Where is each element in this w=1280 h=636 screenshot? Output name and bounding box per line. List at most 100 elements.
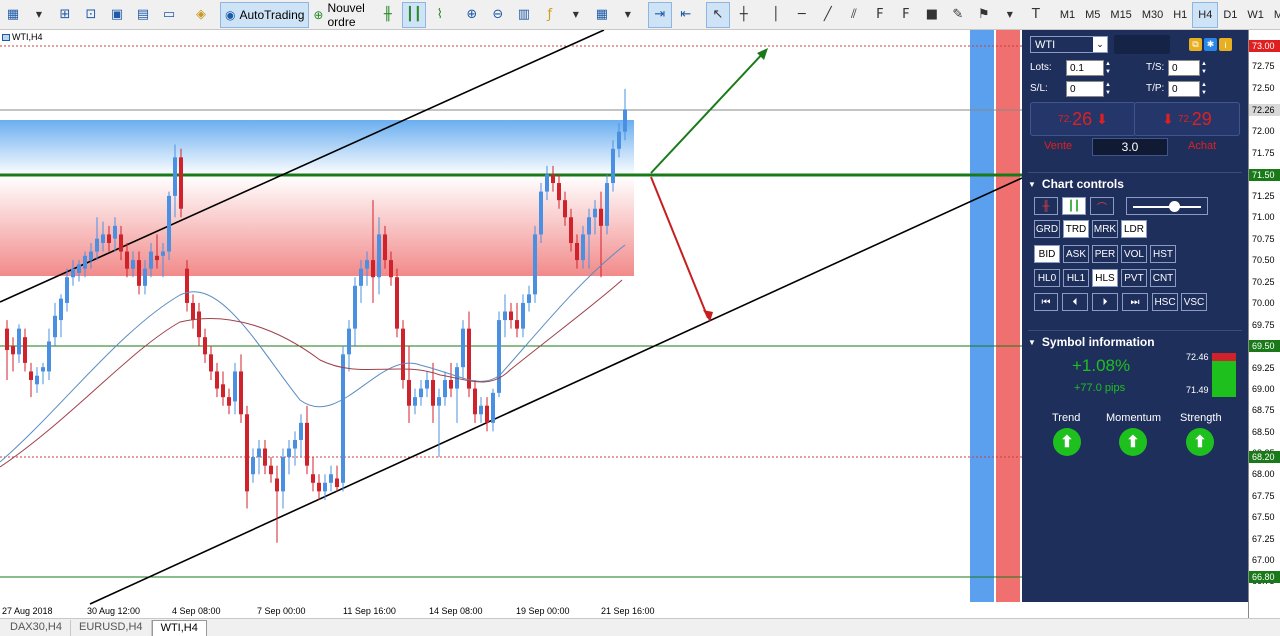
tile-windows-icon[interactable]: ▥ [512,2,536,28]
lots-input[interactable]: 0.1 [1066,60,1104,76]
candle-body [329,474,333,483]
tp-label: T/P: [1146,83,1165,94]
ts-input[interactable]: 0 [1168,60,1200,76]
line-chart-toggle-icon[interactable]: ⌒ [1090,197,1114,215]
data-window-icon[interactable]: ▣ [105,2,129,28]
chart-controls-header[interactable]: ▼ Chart controls [1028,172,1242,191]
timeframe-h4-button[interactable]: H4 [1192,1,1219,28]
blue-band [970,30,994,602]
sl-label: S/L: [1030,83,1048,94]
line-chart-icon[interactable]: ⌇ [428,2,452,28]
candle-body [107,234,111,243]
timeframe-mn-button[interactable]: MN [1269,2,1280,28]
toggle-bid-button[interactable]: BID [1034,245,1060,263]
timeframe-d1-button[interactable]: D1 [1218,2,1242,28]
dropdown-arrow-icon[interactable]: ▼ [616,2,640,28]
prev-bar-icon[interactable]: ⏴ [1062,293,1088,311]
toggle-trd-button[interactable]: TRD [1063,220,1089,238]
candle-body [191,302,195,321]
dropdown-arrow-icon[interactable]: ▼ [564,2,588,28]
vertical-line-icon[interactable]: │ [764,2,788,28]
toggle-grd-button[interactable]: GRD [1034,220,1060,238]
tp-input[interactable]: 0 [1168,81,1200,97]
settings-icon[interactable]: ⧉ [1189,38,1202,51]
toggle-hst-button[interactable]: HST [1150,245,1176,263]
equidistant-channel-icon[interactable]: ⫽ [842,2,866,28]
history-center-icon[interactable]: ◈ [189,2,213,28]
autoscroll-icon[interactable]: ⇥ [647,1,672,28]
toggle-hls-button[interactable]: HLS [1092,269,1118,287]
symbol-select[interactable]: WTI ⌄ [1030,36,1108,53]
last-bar-icon[interactable]: ⏭ [1122,293,1148,311]
terminal-icon[interactable]: ▤ [131,2,155,28]
toggle-hl1-button[interactable]: HL1 [1063,269,1089,287]
pen-icon[interactable]: ✎ [946,2,970,28]
info-icon[interactable]: i [1219,38,1232,51]
chart-tab[interactable]: EURUSD,H4 [71,620,152,636]
arrows-icon[interactable]: ⚑ [972,2,996,28]
timeframe-m5-button[interactable]: M5 [1080,2,1105,28]
lots-stepper[interactable]: ▲ ▼ [1104,60,1112,76]
toggle-ldr-button[interactable]: LDR [1121,220,1147,238]
buy-price-small: 72. [1177,113,1192,125]
timeframe-m30-button[interactable]: M30 [1137,2,1168,28]
cursor-icon[interactable]: ↖ [705,1,730,28]
new-order-button[interactable]: ⊕ Nouvel ordre [309,1,368,29]
gear-icon[interactable]: ✱ [1204,38,1217,51]
toggle-hsc-button[interactable]: HSC [1152,293,1178,311]
crosshair-icon[interactable]: ┼ [732,2,756,28]
bar-chart-toggle-icon[interactable]: ╫ [1034,197,1058,215]
text-icon[interactable]: T [1024,2,1048,28]
horizontal-line-icon[interactable]: ─ [790,2,814,28]
templates-icon[interactable]: ▦ [590,2,614,28]
sl-stepper[interactable]: ▲ ▼ [1104,81,1112,97]
new-chart-icon[interactable]: ▦ [1,2,25,28]
bar-chart-icon[interactable]: ╫ [376,2,400,28]
sl-input[interactable]: 0 [1066,81,1104,97]
dropdown-arrow-icon[interactable]: ▼ [27,2,51,28]
candlestick-toggle-icon[interactable]: ┃┃ [1062,197,1086,215]
toggle-mrk-button[interactable]: MRK [1092,220,1118,238]
next-bar-icon[interactable]: ⏵ [1092,293,1118,311]
toggle-hl0-button[interactable]: HL0 [1034,269,1060,287]
indicators-icon[interactable]: ƒ [538,2,562,28]
candle-body [419,388,423,398]
toggle-vol-button[interactable]: VOL [1121,245,1147,263]
candle-body [527,294,531,303]
ts-stepper[interactable]: ▲ ▼ [1200,60,1208,76]
timeframe-h1-button[interactable]: H1 [1168,2,1192,28]
toggle-pvt-button[interactable]: PVT [1121,269,1147,287]
timeframe-m15-button[interactable]: M15 [1105,2,1136,28]
navigator-icon[interactable]: ⊡ [79,2,103,28]
tp-stepper[interactable]: ▲ ▼ [1200,81,1208,97]
chart-tab[interactable]: DAX30,H4 [2,620,71,636]
zoom-slider-thumb[interactable] [1169,201,1180,212]
toggle-ask-button[interactable]: ASK [1063,245,1089,263]
chart-shift-icon[interactable]: ⇤ [674,2,698,28]
fibonacci-icon[interactable]: F [868,2,892,28]
toggle-cnt-button[interactable]: CNT [1150,269,1176,287]
timeframe-w1-button[interactable]: W1 [1242,2,1269,28]
buy-button[interactable]: ⬇ 72. 29 [1134,102,1240,136]
timeframe-m1-button[interactable]: M1 [1055,2,1080,28]
price-axis[interactable]: 72.75 72.50 72.00 71.75 71.25 71.00 70.75 70.50… [1248,30,1280,618]
symbol-info-header[interactable]: ▼ Symbol information [1028,330,1242,349]
candlestick-icon[interactable]: ┃┃ [401,1,426,28]
zoom-slider[interactable] [1126,197,1208,215]
strategy-tester-icon[interactable]: ▭ [157,2,181,28]
market-watch-icon[interactable]: ⊞ [53,2,77,28]
zoom-out-icon[interactable]: ⊖ [486,2,510,28]
fibonacci-fan-icon[interactable]: F [894,2,918,28]
chart-type-icon [2,33,10,41]
first-bar-icon[interactable]: ⏮ [1034,293,1058,311]
dropdown-arrow-icon[interactable]: ▼ [998,2,1022,28]
autotrading-button[interactable]: ◉ AutoTrading [220,1,310,28]
toggle-vsc-button[interactable]: VSC [1181,293,1207,311]
trendline-icon[interactable]: ╱ [816,2,840,28]
rectangle-icon[interactable]: ■ [920,2,944,28]
zoom-in-icon[interactable]: ⊕ [460,2,484,28]
toggle-per-button[interactable]: PER [1092,245,1118,263]
candle-body [407,380,411,406]
sell-button[interactable]: 72. 26 ⬇ [1030,102,1136,136]
chart-tab[interactable]: WTI,H4 [151,620,207,636]
